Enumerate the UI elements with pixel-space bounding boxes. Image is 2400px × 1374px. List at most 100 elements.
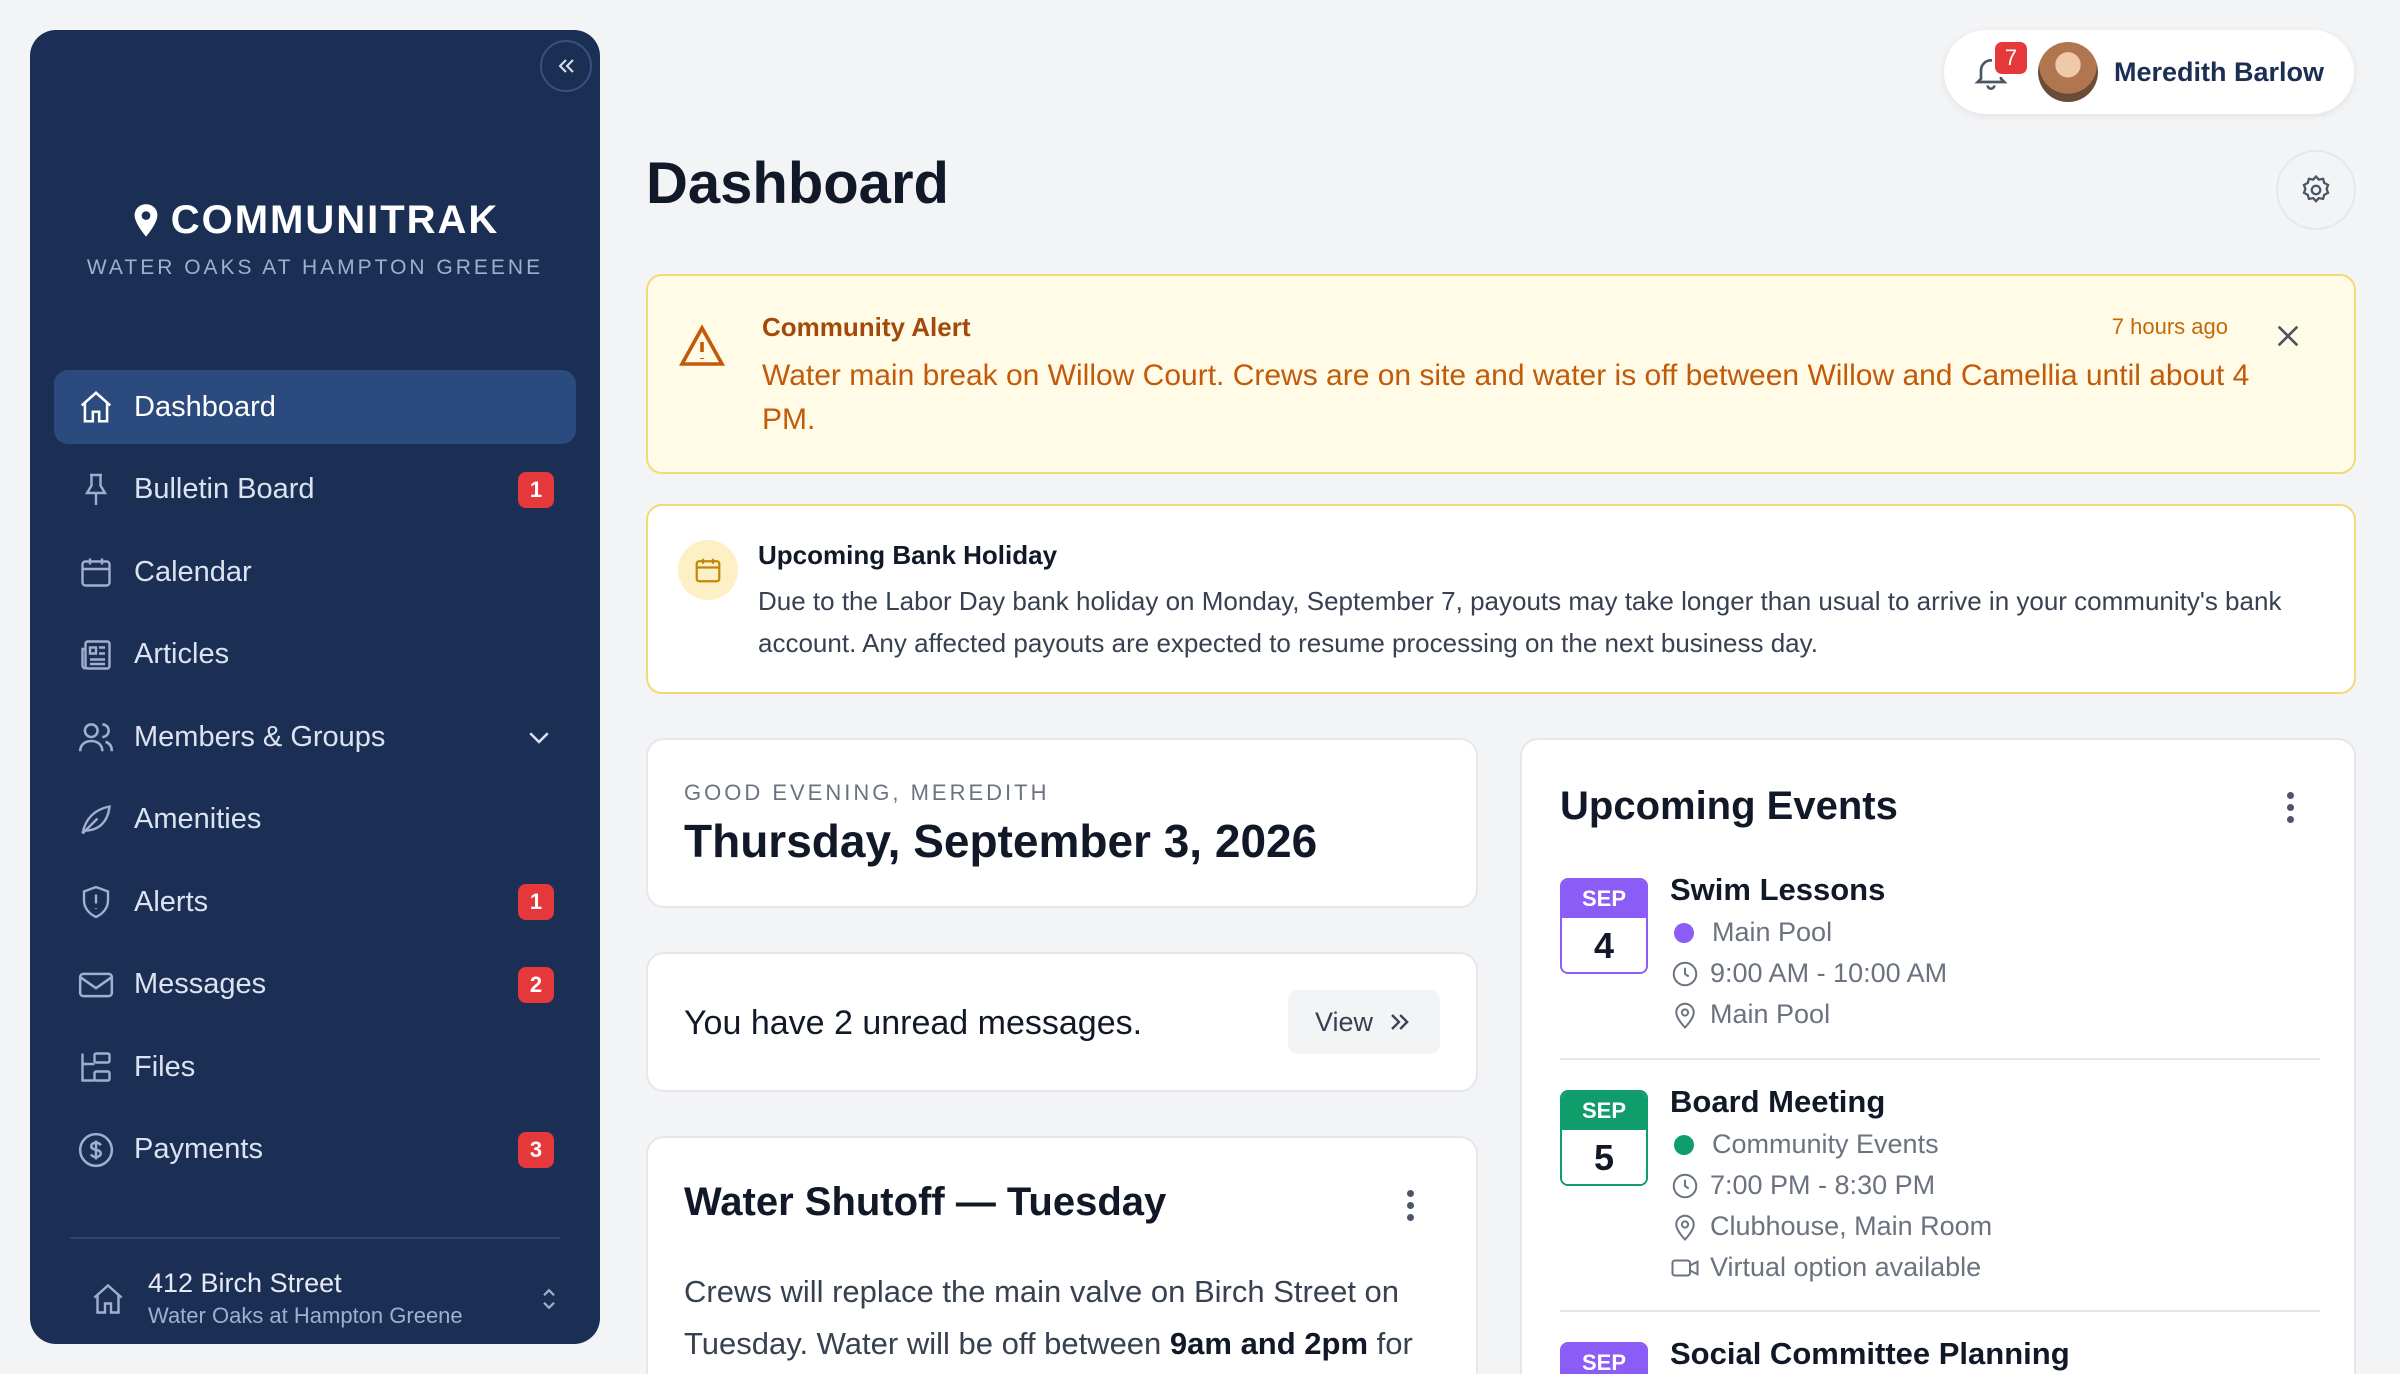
event-time: 9:00 AM - 10:00 AM: [1670, 957, 1947, 990]
count-badge: 1: [518, 884, 554, 920]
warning-triangle-icon: [678, 324, 726, 366]
folder-tree-icon: [76, 1047, 116, 1087]
sidebar-item-label: Messages: [134, 968, 267, 1000]
category-dot: [1674, 922, 1694, 943]
address-text: 412 Birch Street Water Oaks at Hampton G…: [148, 1268, 538, 1329]
map-pin-icon: [134, 203, 158, 237]
events-title: Upcoming Events: [1560, 784, 1898, 828]
divider: [1560, 1310, 2320, 1312]
gear-icon: [2302, 174, 2330, 203]
map-pin-icon: [1675, 1002, 1695, 1029]
sidebar-item-messages[interactable]: Messages 2: [54, 948, 576, 1022]
settings-button[interactable]: [2276, 150, 2356, 230]
brand: COMMUNITRAK WATER OAKS AT HAMPTON GREENE: [30, 198, 600, 280]
notification-badge: 7: [1992, 39, 2030, 77]
brand-name[interactable]: COMMUNITRAK: [131, 198, 500, 243]
event-month: SEP: [1562, 1092, 1646, 1130]
current-date: Thursday, September 3, 2026: [684, 815, 1318, 867]
event-location: Clubhouse, Main Room: [1670, 1210, 1992, 1243]
calendar-icon: [76, 552, 116, 592]
sidebar-item-files[interactable]: Files: [54, 1030, 576, 1104]
chevrons-left-icon: [558, 59, 574, 73]
event-day: 5: [1562, 1130, 1646, 1184]
event-month: SEP: [1562, 1344, 1646, 1374]
event-title: Board Meeting: [1670, 1084, 1886, 1119]
address-switcher[interactable]: 412 Birch Street Water Oaks at Hampton G…: [90, 1268, 560, 1329]
brand-title: COMMUNITRAK: [170, 198, 500, 242]
event-virtual-label: Virtual option available: [1710, 1252, 1982, 1282]
alert-timestamp: 7 hours ago: [2111, 314, 2228, 339]
count-badge: 3: [518, 1131, 554, 1168]
sidebar-item-label: Bulletin Board: [134, 473, 315, 505]
unread-messages-text: You have 2 unread messages.: [684, 1004, 1143, 1042]
avatar: [2038, 42, 2098, 102]
clock-icon: [1672, 1173, 1698, 1198]
home-icon: [76, 387, 116, 427]
event-info: Swim Lessons Main Pool 9:00 AM - 10:00 A…: [1670, 872, 1947, 1031]
event-date-badge: SEP 5: [1560, 1090, 1648, 1186]
greeting-label: GOOD EVENING, MEREDITH: [684, 780, 1050, 805]
greeting-card: GOOD EVENING, MEREDITH Thursday, Septemb…: [646, 738, 1478, 908]
event-date-badge: SEP 4: [1560, 878, 1648, 974]
post-body-text-end: for: [1368, 1326, 1413, 1361]
notifications-button[interactable]: 7: [1966, 39, 2030, 97]
event-info: Board Meeting Community Events 7:00 PM -…: [1670, 1084, 1992, 1284]
users-icon: [76, 717, 116, 757]
notice-message: Due to the Labor Day bank holiday on Mon…: [758, 586, 2282, 658]
sidebar-item-members-groups[interactable]: Members & Groups: [54, 700, 576, 774]
category-dot: [1674, 1134, 1694, 1155]
user-menu[interactable]: 7 Meredith Barlow: [1944, 30, 2354, 114]
chevron-up-down-icon: [543, 1288, 555, 1309]
sidebar-item-label: Files: [134, 1050, 196, 1083]
event-title: Social Committee Planning: [1670, 1336, 2070, 1371]
collapse-sidebar-button[interactable]: [540, 40, 592, 92]
home-icon: [93, 1283, 123, 1314]
event-title: Swim Lessons: [1670, 872, 1886, 907]
video-camera-icon: [1671, 1259, 1699, 1276]
close-icon[interactable]: [2272, 320, 2304, 352]
page-title: Dashboard: [646, 151, 949, 216]
event-time: 7:00 PM - 8:30 PM: [1670, 1169, 1992, 1202]
sidebar-item-payments[interactable]: Payments 3: [54, 1113, 576, 1187]
notice-title: Upcoming Bank Holiday: [758, 540, 1058, 570]
event-category-label: Main Pool: [1712, 917, 1833, 947]
sidebar-item-calendar[interactable]: Calendar: [54, 535, 576, 609]
sidebar-item-label: Dashboard: [134, 390, 276, 423]
chevron-down-icon[interactable]: [524, 722, 554, 752]
sidebar-item-label: Calendar: [134, 555, 252, 588]
sidebar-item-label: Payments: [134, 1133, 263, 1165]
post-body-emphasis: 9am and 2pm: [1169, 1326, 1369, 1361]
event-virtual: Virtual option available: [1670, 1251, 1992, 1284]
sidebar: COMMUNITRAK WATER OAKS AT HAMPTON GREENE…: [30, 30, 600, 1344]
view-messages-button[interactable]: View: [1288, 990, 1440, 1054]
chevrons-right-icon: [1391, 1014, 1409, 1030]
event-category-label: Community Events: [1712, 1129, 1939, 1159]
count-badge: 1: [518, 471, 554, 508]
sidebar-item-label: Amenities: [134, 803, 262, 835]
post-title: Water Shutoff — Tuesday: [684, 1180, 1167, 1224]
more-options-icon[interactable]: [1407, 1190, 1414, 1221]
sidebar-item-label: Articles: [134, 638, 230, 670]
clock-icon: [1672, 961, 1698, 986]
event-category: Community Events: [1670, 1128, 1992, 1161]
sidebar-item-amenities[interactable]: Amenities: [54, 783, 576, 857]
sidebar-item-dashboard[interactable]: Dashboard: [54, 370, 576, 444]
event-time-label: 9:00 AM - 10:00 AM: [1710, 958, 1948, 988]
event-location-label: Clubhouse, Main Room: [1710, 1211, 1993, 1241]
alert-message: Water main break on Willow Court. Crews …: [762, 359, 2250, 436]
event-time-label: 7:00 PM - 8:30 PM: [1710, 1170, 1936, 1200]
event-info: Social Committee Planning: [1670, 1336, 2070, 1372]
sidebar-item-label: Alerts: [134, 885, 209, 918]
more-options-icon[interactable]: [2287, 792, 2294, 823]
newspaper-icon: [76, 635, 116, 675]
sidebar-item-articles[interactable]: Articles: [54, 618, 576, 692]
address-street: 412 Birch Street: [148, 1268, 342, 1298]
event-day: 4: [1562, 918, 1646, 972]
address-community: Water Oaks at Hampton Greene: [148, 1303, 463, 1328]
sidebar-item-bulletin-board[interactable]: Bulletin Board 1: [54, 453, 576, 527]
divider: [1560, 1058, 2320, 1060]
leaf-icon: [76, 800, 116, 840]
shield-alert-icon: [76, 882, 116, 922]
mail-icon: [76, 965, 116, 1005]
sidebar-item-alerts[interactable]: Alerts 1: [54, 865, 576, 939]
